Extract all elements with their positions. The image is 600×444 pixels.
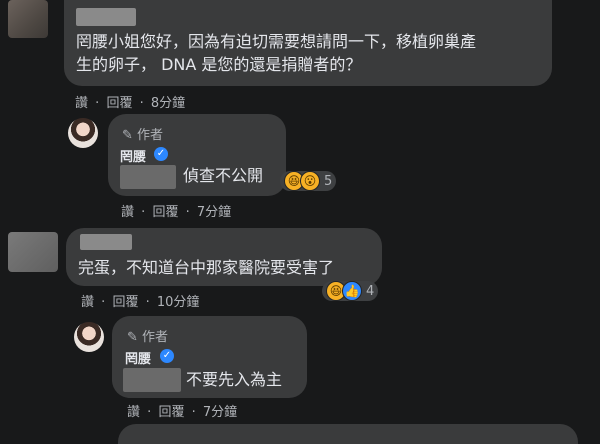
reply-link[interactable]: 回覆 [112, 295, 138, 310]
verified-badge-icon: ✓ [154, 147, 168, 161]
author-label: ✎ 作者 [127, 330, 169, 345]
reply-link[interactable]: 回覆 [152, 205, 178, 220]
wow-reaction-icon: 😮 [300, 171, 320, 191]
separator: · [101, 295, 106, 310]
timestamp[interactable]: 8分鐘 [151, 96, 185, 111]
reply-actions: 讚 · 回覆 · 7分鐘 [121, 201, 231, 220]
timestamp[interactable]: 7分鐘 [197, 205, 231, 220]
separator: · [185, 205, 190, 220]
author-avatar[interactable] [74, 322, 104, 352]
reply-actions: 讚 · 回覆 · 7分鐘 [127, 401, 237, 420]
reaction-count: 5 [324, 173, 333, 189]
separator: · [191, 405, 196, 420]
reply-text: 偵查不公開 [183, 166, 264, 185]
like-link[interactable]: 讚 [75, 96, 88, 111]
commenter-avatar[interactable] [8, 232, 58, 272]
commenter-name-redacted[interactable] [80, 234, 132, 250]
like-link[interactable]: 讚 [127, 405, 140, 420]
like-link[interactable]: 讚 [121, 205, 134, 220]
reaction-summary[interactable]: 😆 👍 4 [322, 281, 379, 301]
like-link[interactable]: 讚 [81, 295, 94, 310]
like-reaction-icon: 👍 [342, 281, 362, 301]
separator: · [95, 96, 100, 111]
author-name[interactable]: 罔腰 [120, 146, 146, 165]
comment-text: 完蛋，不知道台中那家醫院要受害了 [78, 258, 335, 277]
pencil-icon: ✎ [122, 128, 133, 143]
timestamp[interactable]: 7分鐘 [203, 405, 237, 420]
verified-badge-icon: ✓ [160, 349, 174, 363]
separator: · [145, 295, 150, 310]
author-label: ✎ 作者 [122, 128, 164, 143]
next-comment-bubble [118, 424, 578, 444]
commenter-name-redacted[interactable] [76, 8, 136, 26]
author-avatar[interactable] [68, 118, 98, 148]
separator: · [141, 205, 146, 220]
commenter-avatar[interactable] [8, 0, 48, 38]
comment-actions: 讚 · 回覆 · 8分鐘 [75, 92, 185, 111]
comment-text-line2: 生的卵子， DNA 是您的還是捐贈者的？ [76, 55, 362, 74]
reply-text-redacted [123, 368, 181, 392]
reaction-summary[interactable]: 😆 😮 5 [280, 171, 337, 191]
pencil-icon: ✎ [127, 330, 138, 345]
reply-text-redacted [120, 165, 176, 189]
reply-link[interactable]: 回覆 [158, 405, 184, 420]
timestamp[interactable]: 10分鐘 [157, 295, 200, 310]
separator: · [139, 96, 144, 111]
comment-actions: 讚 · 回覆 · 10分鐘 [81, 291, 199, 310]
separator: · [147, 405, 152, 420]
author-name[interactable]: 罔腰 [125, 348, 151, 367]
reply-link[interactable]: 回覆 [106, 96, 132, 111]
reaction-count: 4 [366, 283, 375, 299]
reply-text: 不要先入為主 [186, 370, 283, 389]
